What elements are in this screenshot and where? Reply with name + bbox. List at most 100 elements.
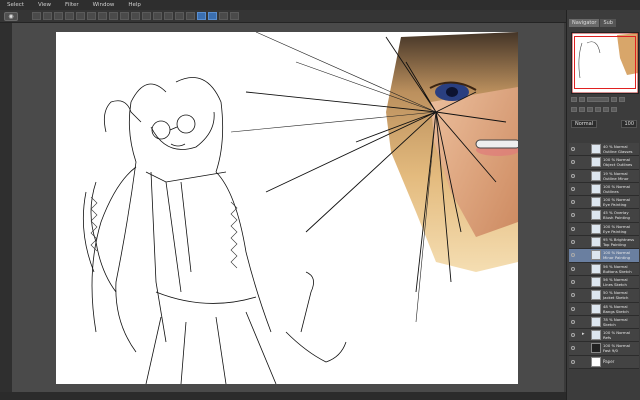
layer-icon[interactable] bbox=[219, 12, 228, 20]
folder-expand-icon[interactable]: ▸ bbox=[582, 332, 587, 337]
visibility-eye-icon[interactable] bbox=[571, 147, 575, 151]
opacity-field[interactable]: 100 bbox=[621, 120, 637, 128]
folder-icon[interactable] bbox=[579, 107, 585, 112]
artwork bbox=[82, 32, 518, 384]
delete-layer-icon[interactable] bbox=[611, 107, 617, 112]
layer-name: Paper bbox=[603, 358, 615, 364]
blend-mode-select[interactable]: Normal bbox=[571, 120, 598, 128]
menu-help[interactable]: Help bbox=[121, 2, 148, 8]
visibility-eye-icon[interactable] bbox=[571, 346, 575, 351]
menu-view[interactable]: View bbox=[31, 2, 58, 8]
redo-icon[interactable] bbox=[76, 12, 85, 20]
blend-controls: Normal 100 bbox=[571, 120, 637, 128]
visibility-eye-icon[interactable] bbox=[571, 293, 575, 298]
drawing-canvas[interactable] bbox=[56, 32, 518, 384]
ruler-icon[interactable] bbox=[153, 12, 162, 20]
layer-row[interactable]: 100 % Normal Minor Painting bbox=[569, 249, 639, 263]
tab-navigator[interactable]: Navigator bbox=[569, 19, 600, 27]
new-layer-icon[interactable] bbox=[571, 107, 577, 112]
right-panel: Navigator Sub Normal 100 40 % Normal Outl… bbox=[566, 10, 640, 400]
layer-row[interactable]: 40 % Normal Outline Glasses bbox=[569, 143, 639, 157]
tab-sub[interactable]: Sub bbox=[600, 19, 616, 27]
open-file-icon[interactable] bbox=[43, 12, 52, 20]
menu-select[interactable]: Select bbox=[0, 2, 31, 8]
snap-icon[interactable] bbox=[175, 12, 184, 20]
layer-thumbnail bbox=[591, 223, 601, 234]
layer-thumbnail bbox=[591, 276, 601, 287]
layer-row[interactable]: 100 % Normal Eye Painting bbox=[569, 196, 639, 210]
visibility-eye-icon[interactable] bbox=[571, 240, 575, 245]
visibility-eye-icon[interactable] bbox=[571, 266, 575, 271]
status-bar bbox=[0, 392, 566, 400]
layer-name: Outline Glasses bbox=[603, 149, 633, 154]
merge-icon[interactable] bbox=[595, 107, 601, 112]
visibility-eye-icon[interactable] bbox=[571, 226, 575, 231]
layer-row[interactable]: 100 % Normal Object Outlines bbox=[569, 156, 639, 170]
layer-row[interactable]: 56 % Normal Lines Sketch bbox=[569, 275, 639, 290]
copy-layer-icon[interactable] bbox=[587, 107, 593, 112]
layer-row[interactable]: 100 % Normal Fast 9/0 bbox=[569, 342, 639, 356]
deselect-icon[interactable] bbox=[142, 12, 151, 20]
visibility-eye-icon[interactable] bbox=[571, 253, 575, 258]
layer-row[interactable]: 56 % Normal Buttons Sketch bbox=[569, 262, 639, 276]
layer-tools-row bbox=[571, 106, 637, 113]
navigator-preview[interactable] bbox=[571, 32, 639, 94]
paste-icon[interactable] bbox=[98, 12, 107, 20]
zoom-in-icon[interactable] bbox=[579, 97, 585, 102]
layer-thumbnail bbox=[591, 263, 601, 274]
layer-row[interactable]: 100 % Normal Eye Painting bbox=[569, 222, 639, 237]
menu-window[interactable]: Window bbox=[86, 2, 122, 8]
layer-name: Blush Painting bbox=[603, 215, 630, 221]
visibility-eye-icon[interactable] bbox=[571, 279, 575, 284]
new-file-icon[interactable] bbox=[32, 12, 41, 20]
palette-icon[interactable] bbox=[230, 12, 239, 20]
layer-thumbnail bbox=[591, 157, 601, 168]
layer-name: Eye Painting bbox=[603, 202, 627, 208]
save-icon[interactable] bbox=[54, 12, 63, 20]
visibility-eye-icon[interactable] bbox=[571, 306, 575, 311]
fill-icon[interactable] bbox=[109, 12, 118, 20]
layer-row[interactable]: 19 % Normal Outline Minor bbox=[569, 169, 639, 183]
layer-thumbnail bbox=[591, 330, 601, 341]
layer-row[interactable]: 45 % Overlay Blush Painting bbox=[569, 209, 639, 223]
menu-filter[interactable]: Filter bbox=[58, 2, 86, 8]
copy-icon[interactable] bbox=[87, 12, 96, 20]
move-icon[interactable] bbox=[208, 12, 217, 20]
layer-row[interactable]: 48 % Normal Bangs Sketch bbox=[569, 302, 639, 316]
grid-icon[interactable] bbox=[164, 12, 173, 20]
visibility-eye-icon[interactable] bbox=[571, 160, 575, 165]
visibility-eye-icon[interactable] bbox=[571, 213, 575, 218]
mask-icon[interactable] bbox=[603, 107, 609, 112]
visibility-eye-icon[interactable] bbox=[571, 319, 575, 324]
layer-thumbnail bbox=[591, 144, 601, 154]
layer-row[interactable]: 78 % Normal Sketch bbox=[569, 315, 639, 330]
layer-row[interactable]: 100 % Normal Outlines bbox=[569, 182, 639, 197]
layer-row[interactable]: 50 % Normal Jacket Sketch bbox=[569, 289, 639, 303]
transform-icon[interactable] bbox=[120, 12, 129, 20]
layer-thumbnail bbox=[591, 316, 601, 327]
layer-row[interactable]: 95 % Brightness Top Painting bbox=[569, 236, 639, 250]
layer-thumbnail bbox=[591, 303, 601, 314]
pen-icon[interactable] bbox=[197, 12, 206, 20]
layer-thumbnail bbox=[591, 343, 601, 354]
clear-icon[interactable] bbox=[186, 12, 195, 20]
layer-name: Top Painting bbox=[603, 242, 626, 248]
navigator-view-frame[interactable] bbox=[574, 36, 636, 89]
layer-name: Outline Minor bbox=[603, 175, 629, 181]
visibility-eye-icon[interactable] bbox=[571, 173, 575, 178]
flip-icon[interactable] bbox=[619, 97, 625, 102]
zoom-out-icon[interactable] bbox=[571, 97, 577, 102]
layer-row[interactable]: Paper bbox=[569, 355, 639, 370]
undo-icon[interactable] bbox=[65, 12, 74, 20]
layer-row[interactable]: ▸ 100 % Normal Refs bbox=[569, 329, 639, 343]
visibility-eye-icon[interactable] bbox=[571, 186, 575, 191]
zoom-slider[interactable] bbox=[587, 97, 609, 102]
visibility-eye-icon[interactable] bbox=[571, 200, 575, 205]
select-icon[interactable] bbox=[131, 12, 140, 20]
eye-icon[interactable]: ◉ bbox=[4, 11, 18, 21]
rotate-icon[interactable] bbox=[611, 97, 617, 102]
visibility-eye-icon[interactable] bbox=[571, 359, 575, 364]
layer-thumbnail bbox=[591, 250, 601, 261]
visibility-eye-icon[interactable] bbox=[571, 333, 575, 338]
layer-name: Buttons Sketch bbox=[603, 268, 632, 274]
